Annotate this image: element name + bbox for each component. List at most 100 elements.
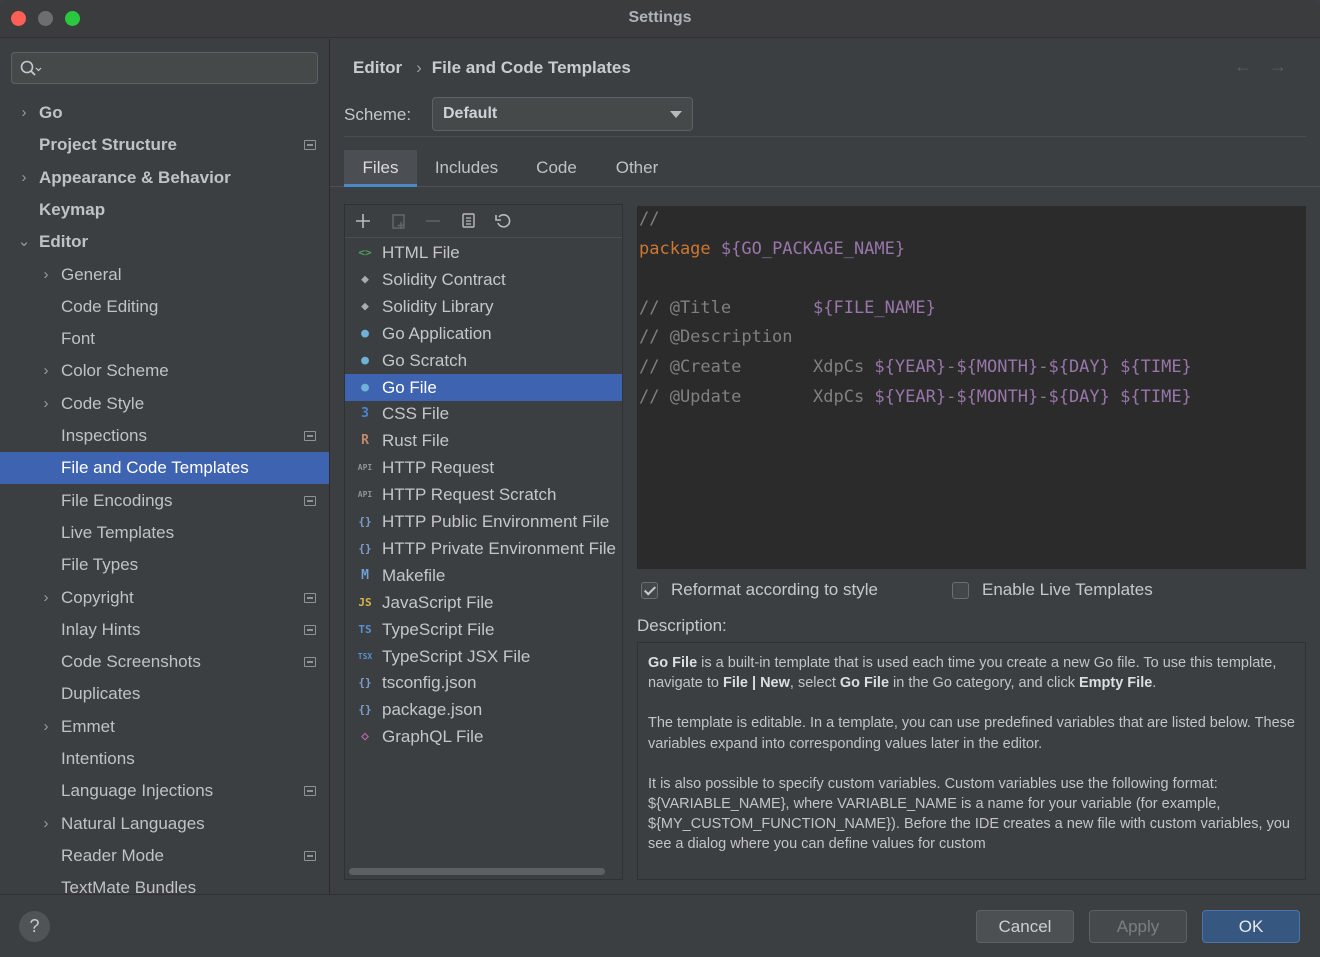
list-item[interactable]: {} package.json xyxy=(345,696,622,723)
add-child-icon[interactable] xyxy=(388,210,410,232)
code-text: - xyxy=(1038,357,1049,377)
sidebar-item-duplicates[interactable]: Duplicates xyxy=(0,678,329,710)
list-item[interactable]: {} HTTP Public Environment File xyxy=(345,508,622,535)
sidebar-item-project-structure[interactable]: Project Structure xyxy=(0,129,329,161)
list-item[interactable]: ◆ Solidity Library xyxy=(345,293,622,320)
add-icon[interactable] xyxy=(352,210,374,232)
checkbox-checked-icon xyxy=(641,582,658,599)
sidebar-item-intentions[interactable]: Intentions xyxy=(0,743,329,775)
list-item[interactable]: TSX TypeScript JSX File xyxy=(345,643,622,670)
chevron-right-icon[interactable]: › xyxy=(39,582,53,614)
list-item[interactable]: <> HTML File xyxy=(345,239,622,266)
sidebar-item-file-and-code-templates[interactable]: File and Code Templates xyxy=(0,452,329,485)
sidebar-item-file-encodings[interactable]: File Encodings xyxy=(0,485,329,517)
list-item[interactable]: R Rust File xyxy=(345,427,622,454)
chevron-right-icon[interactable]: › xyxy=(39,711,53,743)
sidebar-item-label: Editor xyxy=(39,232,89,252)
settings-search-input[interactable] xyxy=(11,52,318,84)
sidebar-item-label: Appearance & Behavior xyxy=(39,167,231,187)
chevron-right-icon[interactable]: › xyxy=(17,162,31,194)
sidebar-item-editor[interactable]: ⌄ Editor xyxy=(0,226,329,258)
sidebar-item-natural-languages[interactable]: › Natural Languages xyxy=(0,808,329,840)
js-icon: JS xyxy=(358,595,372,609)
sidebar-item-appearance-behavior[interactable]: › Appearance & Behavior xyxy=(0,162,329,194)
chevron-right-icon[interactable]: › xyxy=(39,388,53,420)
sidebar-item-textmate-bundles[interactable]: TextMate Bundles xyxy=(0,872,329,894)
list-item[interactable]: {} HTTP Private Environment File xyxy=(345,535,622,562)
copy-icon[interactable] xyxy=(457,210,479,232)
breadcrumb-parent[interactable]: Editor xyxy=(353,58,402,77)
file-template-name: Go File xyxy=(382,377,437,397)
solidity-icon: ◆ xyxy=(361,271,369,287)
list-item[interactable]: ◆ Solidity Contract xyxy=(345,266,622,293)
code-line: // @Title ${FILE_NAME} xyxy=(639,298,936,318)
chevron-right-icon[interactable]: › xyxy=(39,259,53,291)
code-text: // @Description xyxy=(639,327,793,348)
sidebar-item-emmet[interactable]: › Emmet xyxy=(0,711,329,743)
template-tabs: Files Includes Code Other xyxy=(330,150,1320,187)
chevron-right-icon[interactable]: › xyxy=(17,97,31,129)
template-variable: ${GO_PACKAGE_NAME} xyxy=(720,238,906,259)
list-item[interactable]: TS TypeScript File xyxy=(345,616,622,643)
sidebar-item-language-injections[interactable]: Language Injections xyxy=(0,775,329,807)
list-item[interactable]: ● Go File xyxy=(345,373,622,401)
help-button[interactable]: ? xyxy=(19,911,50,942)
sidebar-item-file-types[interactable]: File Types xyxy=(0,549,329,581)
sidebar-item-code-editing[interactable]: Code Editing xyxy=(0,291,329,323)
sidebar-item-inlay-hints[interactable]: Inlay Hints xyxy=(0,614,329,646)
sidebar-item-font[interactable]: Font xyxy=(0,323,329,355)
list-item[interactable]: API HTTP Request xyxy=(345,454,622,481)
remove-icon[interactable] xyxy=(422,210,444,232)
cancel-button[interactable]: Cancel xyxy=(976,910,1074,943)
tab-code[interactable]: Code xyxy=(522,150,591,187)
scheme-dropdown[interactable]: Default xyxy=(432,97,693,131)
reset-icon[interactable] xyxy=(492,210,514,232)
forward-arrow-icon[interactable]: → xyxy=(1269,56,1287,77)
scheme-value: Default xyxy=(443,105,498,122)
chevron-right-icon[interactable]: › xyxy=(39,808,53,840)
description-text-run: File | New xyxy=(722,675,790,692)
braces-icon: {} xyxy=(358,703,372,717)
ok-button[interactable]: OK xyxy=(1202,910,1300,943)
back-arrow-icon[interactable]: ← xyxy=(1234,56,1252,77)
scheme-label: Scheme: xyxy=(344,105,412,124)
sidebar-item-reader-mode[interactable]: Reader Mode xyxy=(0,840,329,872)
sidebar-item-code-screenshots[interactable]: Code Screenshots xyxy=(0,646,329,678)
sidebar-item-inspections[interactable]: Inspections xyxy=(0,420,329,452)
list-item[interactable]: ◇ GraphQL File xyxy=(345,723,622,750)
list-item[interactable]: 3 CSS File xyxy=(345,400,622,427)
list-item[interactable]: M Makefile xyxy=(345,562,622,589)
code-keyword: package xyxy=(639,238,721,259)
list-item[interactable]: {} tsconfig.json xyxy=(345,669,622,696)
sidebar-item-copyright[interactable]: › Copyright xyxy=(0,582,329,614)
code-line: // @Description xyxy=(639,327,793,347)
tsx-icon: TSX xyxy=(357,651,373,661)
chevron-down-icon[interactable]: ⌄ xyxy=(17,226,31,258)
description-text-run: Go File xyxy=(839,675,890,692)
braces-icon: {} xyxy=(358,676,372,690)
horizontal-scrollbar[interactable] xyxy=(349,868,605,875)
template-editor[interactable]: // package ${GO_PACKAGE_NAME} // @Title ${… xyxy=(637,206,1306,569)
sidebar-item-general[interactable]: › General xyxy=(0,259,329,291)
description-text-run: It is also possible to specify custom va… xyxy=(648,775,1290,853)
sidebar-item-keymap[interactable]: Keymap xyxy=(0,194,329,226)
list-item[interactable]: JS JavaScript File xyxy=(345,589,622,616)
settings-sidebar: › Go Project Structure › Appearance & Behavi… xyxy=(0,39,330,894)
tab-other[interactable]: Other xyxy=(602,150,672,187)
file-template-name: Solidity Library xyxy=(382,296,494,316)
tab-files[interactable]: Files xyxy=(344,150,417,187)
sidebar-item-live-templates[interactable]: Live Templates xyxy=(0,517,329,549)
description-text-run: Go File xyxy=(648,655,698,671)
list-item[interactable]: API HTTP Request Scratch xyxy=(345,481,622,508)
sidebar-item-label: Duplicates xyxy=(61,684,141,704)
sidebar-item-color-scheme[interactable]: › Color Scheme xyxy=(0,355,329,387)
list-item[interactable]: ● Go Application xyxy=(345,320,622,347)
code-text: // xyxy=(639,209,660,229)
list-item[interactable]: ● Go Scratch xyxy=(345,347,622,374)
apply-button[interactable]: Apply xyxy=(1089,910,1187,943)
sidebar-item-code-style[interactable]: › Code Style xyxy=(0,388,329,420)
chevron-right-icon[interactable]: › xyxy=(39,355,53,387)
sidebar-item-go[interactable]: › Go xyxy=(0,97,329,129)
template-variable: ${MONTH} xyxy=(956,386,1039,407)
tab-includes[interactable]: Includes xyxy=(422,150,511,187)
